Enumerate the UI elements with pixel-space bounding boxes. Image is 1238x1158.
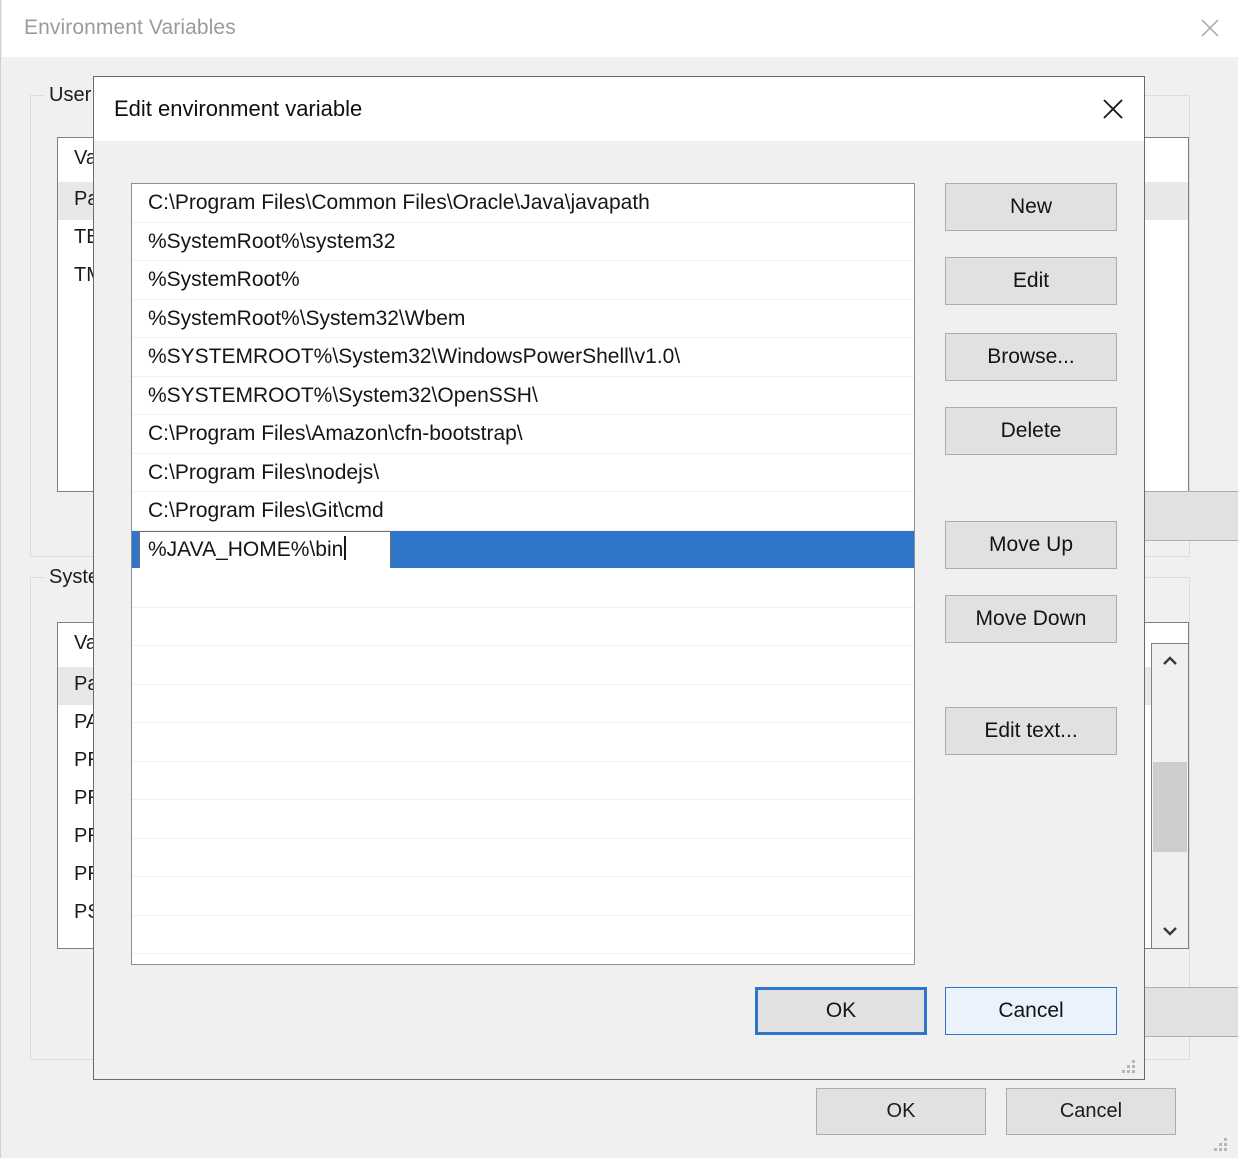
parent-ok-button[interactable]: OK	[816, 1088, 986, 1135]
move-down-button[interactable]: Move Down	[945, 595, 1117, 643]
path-entry-row-editing[interactable]: %JAVA_HOME%\bin	[132, 530, 914, 569]
edit-text-button[interactable]: Edit text...	[945, 707, 1117, 755]
delete-button[interactable]: Delete	[945, 407, 1117, 455]
system-variables-action-button[interactable]	[1132, 987, 1238, 1037]
path-entry-row[interactable]: C:\Program Files\Common Files\Oracle\Jav…	[132, 184, 914, 223]
chevron-up-icon[interactable]	[1152, 644, 1188, 678]
path-entry-row-empty[interactable]	[132, 569, 914, 608]
dialog-ok-button[interactable]: OK	[755, 987, 927, 1035]
dialog-resize-grip[interactable]	[1122, 1060, 1136, 1074]
path-entry-row[interactable]: C:\Program Files\nodejs\	[132, 454, 914, 492]
parent-window-title: Environment Variables	[24, 16, 236, 39]
path-entry-row-empty[interactable]	[132, 762, 914, 800]
path-entry-row-empty[interactable]	[132, 723, 914, 762]
path-entry-row-empty[interactable]	[132, 608, 914, 646]
browse-button[interactable]: Browse...	[945, 333, 1117, 381]
dialog-cancel-button[interactable]: Cancel	[945, 987, 1117, 1035]
chevron-down-icon[interactable]	[1152, 914, 1188, 948]
close-icon[interactable]	[1082, 77, 1144, 140]
path-edit-value: %JAVA_HOME%\bin	[148, 537, 344, 561]
path-entry-row-empty[interactable]	[132, 839, 914, 877]
path-entry-row[interactable]: %SYSTEMROOT%\System32\WindowsPowerShell\…	[132, 338, 914, 377]
scrollbar-thumb[interactable]	[1153, 762, 1187, 852]
path-edit-input[interactable]: %JAVA_HOME%\bin	[139, 530, 391, 569]
path-entry-row[interactable]: C:\Program Files\Git\cmd	[132, 492, 914, 531]
path-entry-row-empty[interactable]	[132, 800, 914, 839]
dialog-title: Edit environment variable	[114, 96, 363, 121]
path-entry-row-empty[interactable]	[132, 685, 914, 723]
dialog-title-bar: Edit environment variable	[94, 77, 1144, 141]
path-entry-row[interactable]: %SystemRoot%	[132, 261, 914, 300]
close-icon[interactable]	[1181, 0, 1238, 56]
user-variables-group-label: User	[44, 84, 97, 107]
edit-button[interactable]: Edit	[945, 257, 1117, 305]
path-entry-row-empty[interactable]	[132, 916, 914, 954]
edit-environment-variable-dialog: Edit environment variable C:\Program Fil…	[93, 76, 1145, 1080]
user-variables-action-button[interactable]	[1132, 491, 1238, 541]
path-entry-row[interactable]: %SYSTEMROOT%\System32\OpenSSH\	[132, 377, 914, 415]
path-entry-row-empty[interactable]	[132, 954, 914, 964]
path-entry-row[interactable]: C:\Program Files\Amazon\cfn-bootstrap\	[132, 415, 914, 454]
path-entry-row-empty[interactable]	[132, 646, 914, 685]
parent-title-bar: Environment Variables	[2, 0, 1238, 57]
path-entries-list[interactable]: C:\Program Files\Common Files\Oracle\Jav…	[131, 183, 915, 965]
path-entry-row[interactable]: %SystemRoot%\system32	[132, 223, 914, 261]
system-list-scrollbar[interactable]	[1151, 643, 1189, 949]
parent-cancel-button[interactable]: Cancel	[1006, 1088, 1176, 1135]
path-entry-row-empty[interactable]	[132, 877, 914, 916]
move-up-button[interactable]: Move Up	[945, 521, 1117, 569]
path-entry-row[interactable]: %SystemRoot%\System32\Wbem	[132, 300, 914, 338]
text-caret	[344, 535, 347, 560]
new-button[interactable]: New	[945, 183, 1117, 231]
parent-resize-grip[interactable]	[1214, 1138, 1228, 1152]
